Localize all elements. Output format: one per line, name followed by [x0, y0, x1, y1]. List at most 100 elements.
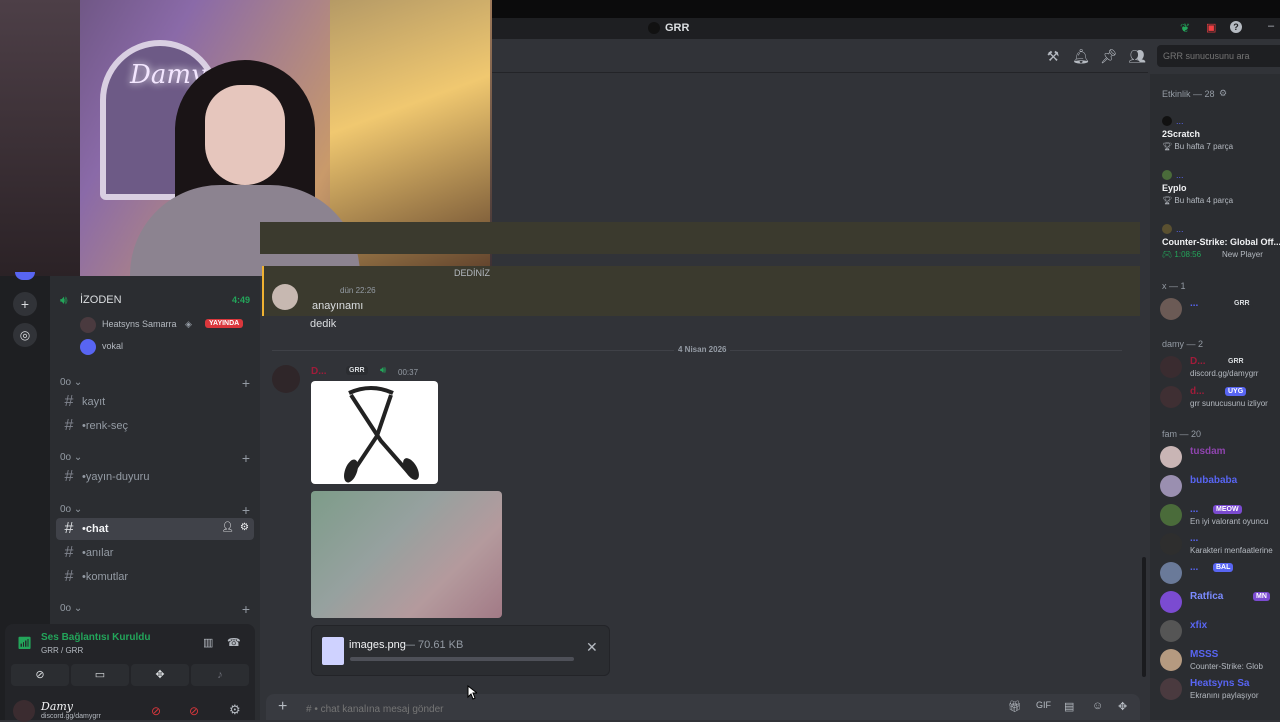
guild-tag: BAL [1213, 563, 1234, 572]
avatar [80, 317, 96, 333]
voice-user-panel: 📶︎ Ses Bağlantısı Kuruldu GRR / GRR ▥ ☎ … [5, 624, 255, 722]
category-header[interactable]: 0o ⌄ + [60, 450, 250, 466]
activity-user: ... [1176, 224, 1184, 234]
member-row[interactable]: ... BAL [1160, 560, 1280, 588]
activity-card[interactable]: ... Counter-Strike: Global Off... 🎮︎ 1:0… [1162, 224, 1280, 264]
avatar[interactable] [13, 700, 35, 722]
channel-name: chat [85, 523, 109, 535]
voice-timer: 4:49 [231, 295, 250, 305]
avatar [1160, 620, 1182, 642]
guild-tag: MEOW [1213, 505, 1242, 514]
sticker-icon[interactable]: ▤ [1064, 700, 1074, 713]
message-time: 00:37 [398, 368, 419, 377]
nitro-leaf-icon[interactable]: ❦ [1180, 21, 1190, 35]
member-row[interactable]: Ratfica MN [1160, 589, 1280, 617]
activity-card[interactable]: ... Eyplo 🏆︎ Bu hafta 4 parça [1162, 170, 1280, 210]
notification-bell-icon[interactable]: 🔔︎ [1072, 47, 1090, 65]
help-icon[interactable]: ? [1230, 21, 1242, 33]
highlighted-message-bg [260, 222, 1140, 254]
threads-icon[interactable]: ⚒ [1044, 47, 1062, 65]
member-row[interactable]: tusdam [1160, 444, 1280, 472]
settings-gear-icon[interactable]: ⚙ [240, 522, 249, 533]
member-row[interactable]: ... Karakteri menfaatlerine [1160, 531, 1280, 559]
category-header[interactable]: 0o ⌄ + [60, 375, 250, 391]
member-row[interactable]: bubababa [1160, 473, 1280, 501]
server-icon-partial[interactable] [15, 272, 35, 280]
mute-icon[interactable]: ⊘ [151, 704, 161, 718]
apps-icon[interactable]: ✥ [1118, 700, 1127, 713]
inbox-icon[interactable]: ▣ [1206, 21, 1216, 34]
channel-kayit[interactable]: # kayıt [56, 391, 254, 413]
guild-tag: GRR [1225, 357, 1247, 366]
search-box[interactable] [1157, 45, 1280, 67]
discover-icon[interactable]: ◎ [13, 323, 37, 347]
avatar[interactable] [272, 284, 298, 310]
member-row[interactable]: Heatsyns Sa Ekranını paylaşıyor [1160, 676, 1280, 704]
image-attachment-gradient[interactable] [311, 491, 502, 618]
gift-icon[interactable]: 🎁︎ [1008, 700, 1022, 713]
cabinet [0, 0, 80, 276]
member-row[interactable]: MSSS Counter-Strike: Glob [1160, 647, 1280, 675]
add-attachment-icon[interactable]: + [278, 698, 287, 716]
channel-renk-sec[interactable]: # • renk-seç [56, 415, 254, 437]
search-input[interactable] [1157, 45, 1277, 67]
activity-card[interactable]: ... 2Scratch 🏆︎ Bu hafta 7 parça [1162, 116, 1280, 156]
channel-chat[interactable]: # • chat 👤︎ ⚙ [56, 518, 254, 540]
channel-yayin-duyuru[interactable]: # • yayın-duyuru [56, 466, 254, 488]
invite-icon[interactable]: 👤︎ [221, 522, 234, 533]
activities-button[interactable]: ✥ [131, 664, 189, 686]
add-server-icon[interactable]: + [13, 292, 37, 316]
chat-scrollbar[interactable] [1142, 557, 1146, 677]
channel-anilar[interactable]: # • anılar [56, 542, 254, 564]
member-name: bubababa [1190, 475, 1238, 486]
upload-card: images.png — 70.61 KB ✕ [311, 625, 610, 676]
soundboard-button[interactable]: ♪ [191, 664, 249, 686]
avatar [80, 339, 96, 355]
voice-user-row[interactable]: vokal [80, 338, 250, 356]
voice-status[interactable]: Ses Bağlantısı Kuruldu [41, 632, 150, 643]
pin-icon[interactable]: 📌︎ [1100, 47, 1118, 65]
emoji-icon[interactable]: ☺ [1092, 700, 1103, 712]
voice-channel-izoden[interactable]: 🔊︎ İZODEN 4:49 [60, 293, 250, 309]
add-channel-icon[interactable]: + [242, 450, 250, 466]
soundboard-icon: ♪ [217, 669, 223, 681]
member-row[interactable]: ... GRR [1160, 296, 1280, 324]
user-settings-icon[interactable]: ⚙ [229, 702, 241, 718]
member-row[interactable]: d... UYG grr sunucusunu izliyor [1160, 384, 1280, 412]
add-channel-icon[interactable]: + [242, 375, 250, 391]
noise-suppression-icon[interactable]: ▥ [203, 636, 213, 649]
member-name: ... [1190, 562, 1199, 573]
message-input[interactable] [306, 700, 906, 718]
cancel-upload-icon[interactable]: ✕ [586, 639, 598, 656]
member-row[interactable]: D... GRR discord.gg/damygrr [1160, 354, 1280, 382]
member-section-title: x — 1 [1162, 281, 1186, 291]
avatar [1160, 562, 1182, 584]
avatar [1160, 649, 1182, 671]
minimize-icon[interactable]: – [1268, 20, 1274, 32]
member-row[interactable]: xfix [1160, 618, 1280, 646]
avatar[interactable] [272, 365, 300, 393]
member-row[interactable]: ... MEOW En iyi valorant oyuncu [1160, 502, 1280, 530]
file-icon [322, 637, 344, 665]
screen-share-icon: ▭ [94, 669, 106, 681]
member-name: Ratfica [1190, 591, 1224, 602]
category-header[interactable]: 0o ⌄ + [60, 601, 250, 617]
member-list-icon[interactable]: 👥︎ [1128, 47, 1146, 65]
camera-off-button[interactable]: ⊘ [11, 664, 69, 686]
channel-komutlar[interactable]: # • komutlar [56, 566, 254, 588]
eyelash-curler-image [344, 386, 419, 483]
gif-icon[interactable]: GIF [1036, 700, 1051, 710]
author-name[interactable]: D... [311, 366, 327, 377]
disconnect-icon[interactable]: ☎ [227, 636, 241, 649]
voice-user-row[interactable]: Heatsyns Samarra ◈ YAYINDA [80, 316, 250, 334]
category-header[interactable]: 0o ⌄ + [60, 502, 250, 518]
member-name: d... [1190, 386, 1205, 397]
add-channel-icon[interactable]: + [242, 502, 250, 518]
activity-settings-icon[interactable]: ⚙ [1219, 88, 1227, 99]
member-status: Karakteri menfaatlerine [1190, 546, 1273, 555]
deafen-icon[interactable]: ⊘ [189, 704, 199, 718]
image-attachment-eyelash-curler[interactable] [311, 381, 438, 484]
screen-share-button[interactable]: ▭ [71, 664, 129, 686]
add-channel-icon[interactable]: + [242, 601, 250, 617]
member-name: MSSS [1190, 649, 1219, 660]
